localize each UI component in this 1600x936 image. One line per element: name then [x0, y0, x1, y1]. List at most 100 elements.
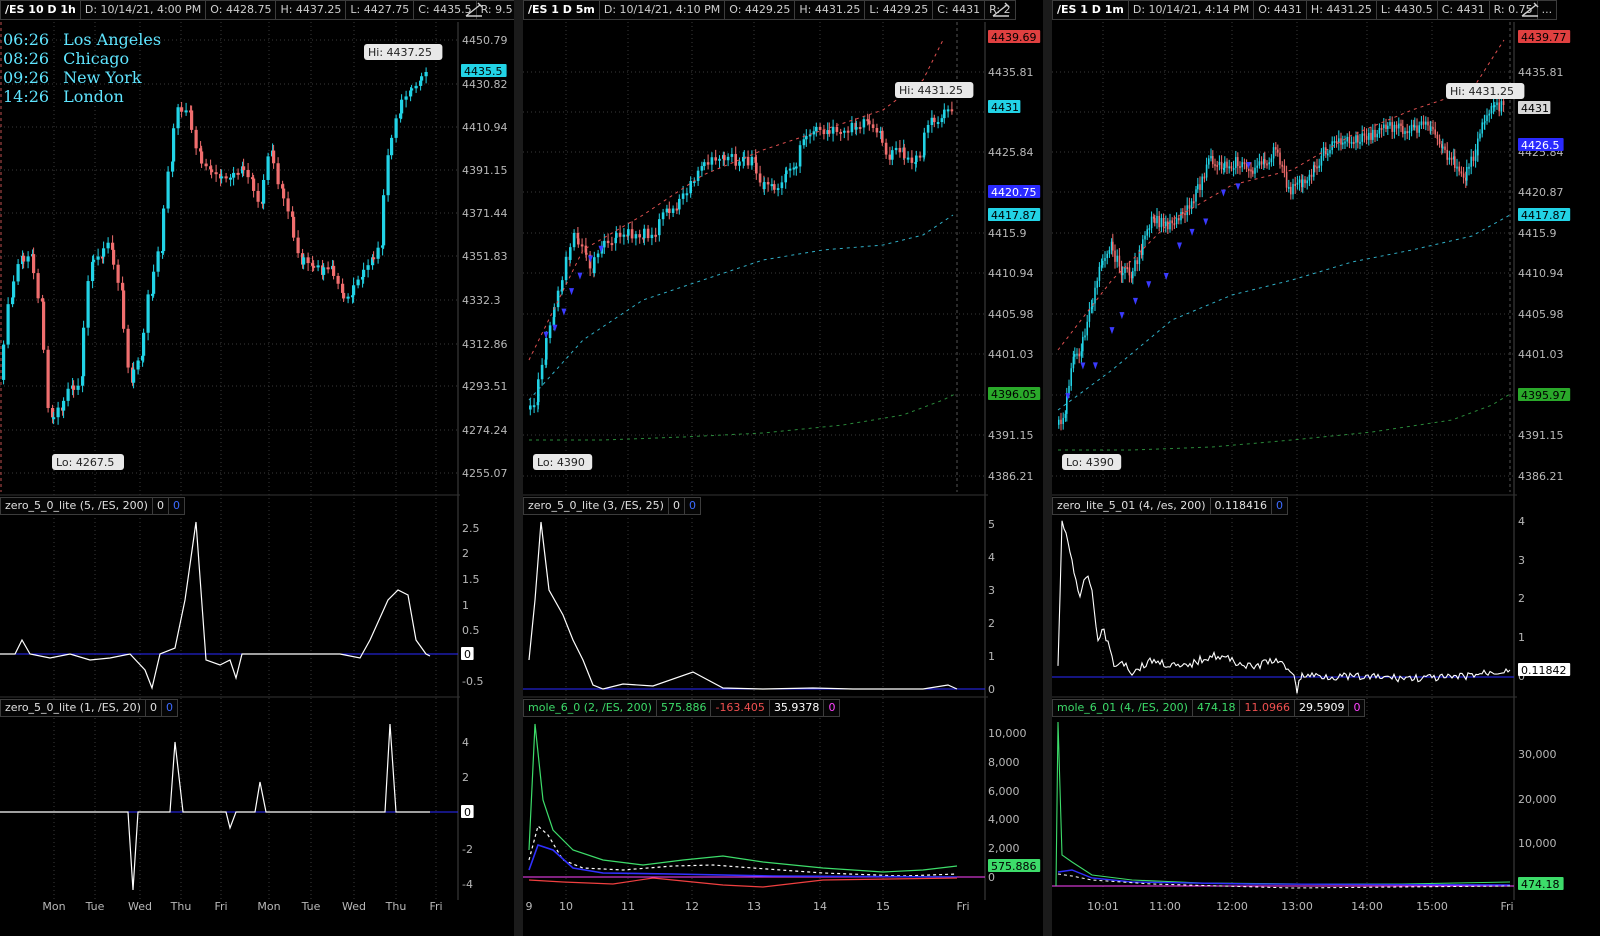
candle-body	[1393, 124, 1396, 132]
study-name[interactable]: mole_6_01 (4, /ES, 200)	[1052, 699, 1193, 717]
study-axis-label: -4	[462, 878, 473, 891]
candle-body	[1218, 161, 1221, 166]
price-axis-label: 4391.15	[462, 164, 508, 177]
price-badge-text: 4395.97	[1521, 389, 1567, 402]
candle-body	[1072, 356, 1075, 369]
candle-body	[1335, 141, 1338, 144]
candle-body	[1370, 132, 1372, 140]
candle-body	[1298, 179, 1301, 183]
study-name[interactable]: zero_5_0_lite (5, /ES, 200)	[0, 497, 153, 515]
candle-body	[1486, 115, 1488, 121]
candle-body	[1270, 158, 1273, 163]
price-axis-label: 4435.81	[988, 66, 1034, 79]
candle-body	[556, 290, 560, 308]
candle-body	[1165, 221, 1167, 227]
study1-header[interactable]: zero_5_0_lite (3, /ES, 25) 0 0	[523, 497, 701, 515]
candle-body	[1456, 166, 1458, 169]
candle-body	[1180, 212, 1182, 221]
study2-header[interactable]: mole_6_01 (4, /ES, 200) 474.18 11.0966 2…	[1052, 699, 1366, 717]
candle-body	[1402, 126, 1404, 134]
candle-body	[564, 256, 568, 281]
study-axis-label: 3	[988, 584, 995, 597]
candle-body	[296, 237, 300, 254]
candle-body	[855, 126, 858, 130]
candle-body	[681, 193, 685, 199]
candle-body	[1241, 162, 1243, 168]
candle-body	[1416, 125, 1418, 133]
candle-body	[537, 379, 540, 403]
time-axis-label: 13	[747, 900, 761, 913]
chart-panel-2[interactable]: /ES 1 D 5m D: 10/14/21, 4:10 PM O: 4429.…	[523, 0, 1043, 936]
candle-body	[32, 254, 36, 274]
candle-body	[700, 166, 704, 171]
study-name[interactable]: zero_lite_5_01 (4, /es, 200)	[1052, 497, 1211, 515]
study-axis-label: 8,000	[988, 756, 1020, 769]
study-name[interactable]: zero_5_0_lite (3, /ES, 25)	[523, 497, 669, 515]
candle-body	[1400, 123, 1402, 127]
candle-body	[1228, 166, 1230, 169]
study-name[interactable]: zero_5_0_lite (1, /ES, 20)	[0, 699, 146, 717]
candle-body	[362, 269, 366, 277]
candle-body	[671, 208, 675, 213]
candle-body	[1122, 273, 1124, 276]
panel-divider[interactable]	[514, 0, 523, 936]
candle-body	[846, 130, 850, 133]
price-axis-label: 4410.94	[988, 267, 1034, 280]
candle-body	[352, 285, 356, 296]
study-name[interactable]: mole_6_0 (2, /ES, 200)	[523, 699, 657, 717]
candle-body	[372, 257, 376, 260]
study1-header[interactable]: zero_lite_5_01 (4, /es, 200) 0.118416 0	[1052, 497, 1289, 515]
candle-body	[696, 170, 700, 181]
candle-body	[1106, 253, 1108, 259]
panel-divider[interactable]	[1043, 0, 1052, 936]
candle-body	[1374, 129, 1376, 138]
candle-body	[1281, 164, 1283, 167]
study2-header[interactable]: zero_5_0_lite (1, /ES, 20) 0 0	[0, 699, 178, 717]
candle-body	[1458, 166, 1460, 172]
study1-header[interactable]: zero_5_0_lite (5, /ES, 200) 0 0	[0, 497, 185, 515]
chart-panel-1[interactable]: /ES 10 D 1h D: 10/14/21, 4:00 PM O: 4428…	[0, 0, 514, 936]
price-badge-text: 4396.05	[991, 388, 1037, 401]
clock-row: 14:26 London	[3, 87, 161, 106]
candle-body	[1448, 157, 1451, 160]
candle-body	[1076, 353, 1078, 356]
candle-body	[930, 117, 934, 125]
candle-body	[66, 388, 70, 401]
candle-body	[1380, 127, 1383, 130]
price-axis-label: 4405.98	[1518, 308, 1564, 321]
study2-header[interactable]: mole_6_0 (2, /ES, 200) 575.886 -163.405 …	[523, 699, 841, 717]
candle-body	[1372, 129, 1374, 140]
candle-body	[266, 156, 270, 180]
candle-body	[1279, 152, 1281, 165]
candle-body	[822, 129, 826, 135]
candle-body	[96, 256, 100, 260]
price-axis-label: 4332.3	[462, 294, 501, 307]
study-axis-label: 2,000	[988, 842, 1020, 855]
candle-body	[593, 257, 596, 274]
study-axis-label: -2	[462, 843, 473, 856]
study-value: 0	[1349, 699, 1366, 717]
candle-body	[1096, 280, 1098, 288]
candle-body	[1310, 174, 1313, 177]
candle-body	[256, 190, 260, 202]
chart-panel-3[interactable]: /ES 1 D 1m D: 10/14/21, 4:14 PM O: 4431 …	[1052, 0, 1600, 936]
candle-body	[1450, 157, 1453, 160]
series-blue	[528, 843, 958, 878]
candle-body	[1327, 153, 1329, 156]
candle-body	[1340, 138, 1342, 145]
candle-body	[282, 188, 286, 199]
price-badge-text: 4426.5	[1521, 139, 1560, 152]
candle-body	[540, 364, 544, 380]
series-red	[528, 877, 958, 888]
clock-time: 14:26	[3, 87, 50, 106]
candle-body	[180, 107, 184, 112]
candle-body	[572, 232, 576, 248]
candle-body	[1235, 157, 1237, 168]
candle-body	[1318, 165, 1320, 168]
candle-body	[1472, 156, 1475, 161]
candle-body	[112, 249, 116, 265]
candle-body	[532, 405, 536, 408]
world-clock: 06:26 Los Angeles 08:26 Chicago 09:26 New Y…	[3, 30, 161, 106]
candle-body	[898, 147, 902, 153]
study-last-badge-text: 0	[464, 648, 471, 661]
